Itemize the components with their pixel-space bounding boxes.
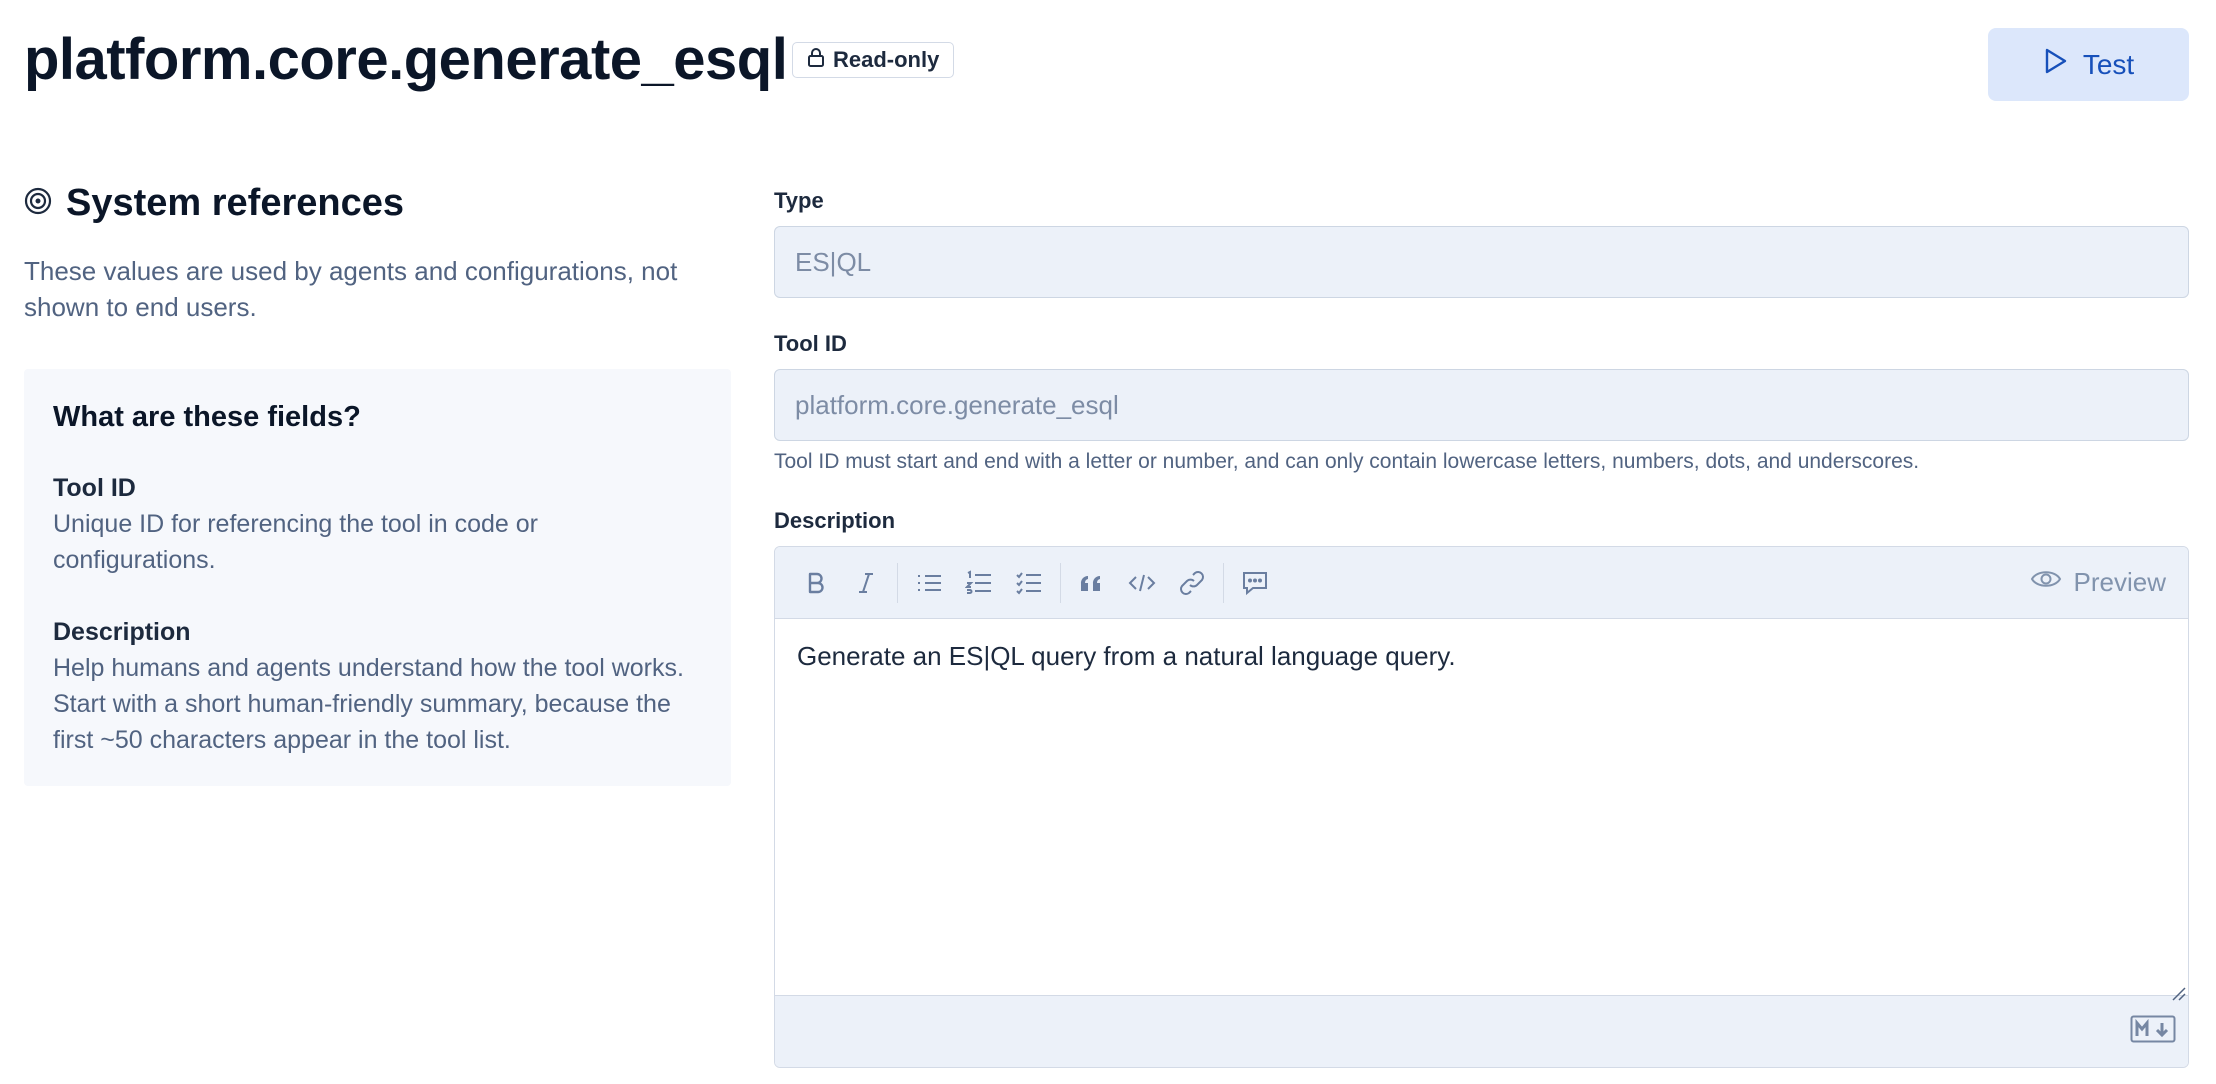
link-icon[interactable] [1167, 558, 1217, 608]
tool-id-field[interactable]: platform.core.generate_esql [774, 369, 2189, 441]
section-description: These values are used by agents and conf… [24, 256, 678, 322]
quote-icon[interactable] [1067, 558, 1117, 608]
system-references-section: System references These values are used … [24, 182, 731, 786]
help-panel: What are these fields? Tool ID Unique ID… [24, 369, 731, 786]
markdown-icon [2130, 1015, 2176, 1048]
description-value: Generate an ES|QL query from a natural l… [797, 641, 1456, 671]
type-field[interactable]: ES|QL [774, 226, 2189, 298]
read-only-label: Read-only [833, 47, 940, 72]
tool-id-label: Tool ID [774, 331, 847, 356]
description-textarea[interactable]: Generate an ES|QL query from a natural l… [775, 619, 2188, 1001]
help-item-title: Tool ID [53, 474, 136, 502]
numbered-list-icon[interactable] [954, 558, 1004, 608]
test-button-label: Test [2082, 48, 2135, 80]
section-title: System references [24, 182, 731, 225]
type-label: Type [774, 188, 824, 213]
help-item-text: Help humans and agents understand how th… [53, 654, 684, 754]
test-button[interactable]: Test [1988, 28, 2189, 101]
preview-button[interactable]: Preview [2030, 567, 2172, 598]
tool-id-help-text: Tool ID must start and end with a letter… [774, 450, 1920, 473]
help-heading: What are these fields? [53, 401, 361, 433]
tool-form: Type ES|QL Tool ID platform.core.generat… [774, 186, 2189, 1068]
help-item-tool-id: Tool ID Unique ID for referencing the to… [53, 470, 703, 578]
bold-icon[interactable] [791, 558, 841, 608]
page-title: platform.core.generate_esql [24, 27, 788, 92]
help-item-title: Description [53, 618, 191, 646]
italic-icon[interactable] [841, 558, 891, 608]
type-value: ES|QL [795, 246, 872, 277]
code-icon[interactable] [1117, 558, 1167, 608]
description-label: Description [774, 508, 896, 533]
comment-icon[interactable] [1230, 558, 1280, 608]
section-title-text: System references [66, 182, 404, 224]
lock-icon [807, 47, 825, 73]
play-icon [2043, 47, 2069, 82]
tool-id-value: platform.core.generate_esql [795, 389, 1119, 420]
page-header: platform.core.generate_esql Read-only Te… [24, 24, 2189, 104]
preview-label: Preview [2073, 567, 2166, 597]
editor-toolbar: Preview [775, 547, 2188, 619]
read-only-badge: Read-only [792, 42, 955, 78]
markdown-editor: Preview Generate an ES|QL query from a n… [774, 546, 2189, 1068]
editor-footer [775, 995, 2188, 1067]
checklist-icon[interactable] [1004, 558, 1054, 608]
resize-handle-icon[interactable] [2170, 977, 2186, 1001]
help-item-text: Unique ID for referencing the tool in co… [53, 510, 538, 574]
help-item-description: Description Help humans and agents under… [53, 614, 703, 758]
target-icon [24, 182, 52, 225]
eye-icon [2030, 567, 2062, 598]
bullet-list-icon[interactable] [904, 558, 954, 608]
